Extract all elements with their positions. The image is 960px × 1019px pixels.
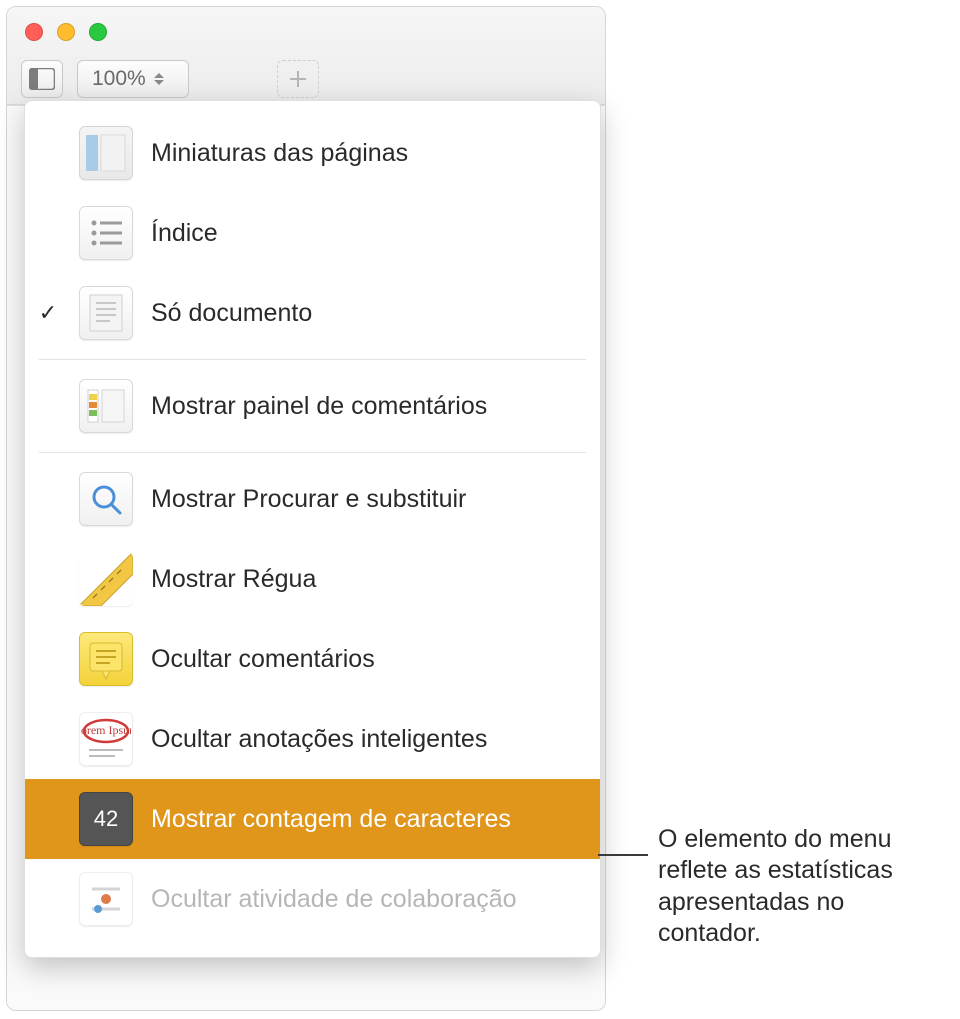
page-thumbnails-icon xyxy=(79,126,133,180)
sidebar-icon xyxy=(29,68,55,90)
callout-leader-line xyxy=(598,854,648,856)
menu-item-label: Ocultar anotações inteligentes xyxy=(151,725,487,754)
titlebar: 100% xyxy=(7,7,605,105)
menu-item-label: Só documento xyxy=(151,299,312,328)
fullscreen-window-button[interactable] xyxy=(89,23,107,41)
menu-item-label: Mostrar contagem de caracteres xyxy=(151,805,511,834)
check-icon: ✓ xyxy=(35,300,61,326)
menu-item-show-character-count[interactable]: 42 Mostrar contagem de caracteres xyxy=(25,779,600,859)
search-icon xyxy=(79,472,133,526)
minimize-window-button[interactable] xyxy=(57,23,75,41)
menu-item-show-ruler[interactable]: Mostrar Régua xyxy=(25,539,600,619)
menu-item-document-only[interactable]: ✓ Só documento xyxy=(25,273,600,353)
toolbar: 100% xyxy=(7,54,605,104)
sticky-note-icon xyxy=(79,632,133,686)
menu-item-label: Miniaturas das páginas xyxy=(151,139,408,168)
menu-item-show-comments-panel[interactable]: Mostrar painel de comentários xyxy=(25,366,600,446)
chevron-updown-icon xyxy=(154,69,166,89)
menu-item-hide-collaboration-activity: Ocultar atividade de colaboração xyxy=(25,859,600,939)
view-menu-dropdown: Miniaturas das páginas Índice ✓ Só docum… xyxy=(24,100,601,958)
view-menu-button[interactable] xyxy=(21,60,63,98)
menu-item-label: Ocultar atividade de colaboração xyxy=(151,885,517,914)
menu-item-label: Ocultar comentários xyxy=(151,645,375,674)
menu-separator xyxy=(39,359,586,360)
menu-item-label: Mostrar Régua xyxy=(151,565,316,594)
close-window-button[interactable] xyxy=(25,23,43,41)
zoom-value: 100% xyxy=(92,67,146,91)
menu-item-label: Índice xyxy=(151,219,218,248)
smart-annotations-icon: Lorem Ipsum xyxy=(79,712,133,766)
callout-text: O elemento do menu reflete as estatístic… xyxy=(658,824,948,949)
plus-icon xyxy=(288,69,308,89)
character-count-icon: 42 xyxy=(79,792,133,846)
zoom-selector[interactable]: 100% xyxy=(77,60,189,98)
count-badge-number: 42 xyxy=(94,806,118,832)
window-controls xyxy=(25,23,107,41)
menu-item-table-of-contents[interactable]: Índice xyxy=(25,193,600,273)
document-only-icon xyxy=(79,286,133,340)
menu-item-label: Mostrar Procurar e substituir xyxy=(151,485,466,514)
menu-item-label: Mostrar painel de comentários xyxy=(151,392,487,421)
menu-item-find-replace[interactable]: Mostrar Procurar e substituir xyxy=(25,459,600,539)
table-of-contents-icon xyxy=(79,206,133,260)
menu-item-hide-comments[interactable]: Ocultar comentários xyxy=(25,619,600,699)
comments-panel-icon xyxy=(79,379,133,433)
menu-item-page-thumbnails[interactable]: Miniaturas das páginas xyxy=(25,113,600,193)
collaboration-activity-icon xyxy=(79,872,133,926)
menu-separator xyxy=(39,452,586,453)
add-page-button[interactable] xyxy=(277,60,319,98)
menu-item-hide-smart-annotations[interactable]: Lorem Ipsum Ocultar anotações inteligent… xyxy=(25,699,600,779)
ruler-icon xyxy=(79,552,133,606)
